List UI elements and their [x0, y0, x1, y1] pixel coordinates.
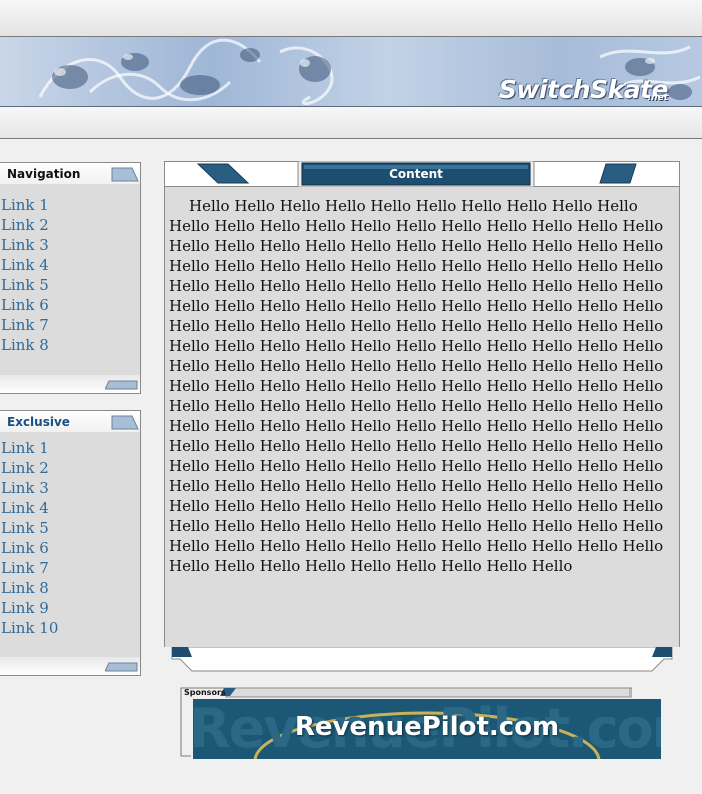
content-panel-footer	[164, 646, 680, 675]
content-panel-header: Content	[164, 161, 680, 187]
sub-bar	[0, 107, 702, 139]
navigation-link-list: Link 1 Link 2 Link 3 Link 4 Link 5 Link 6 Link…	[0, 184, 140, 355]
panel-foot-icon	[105, 662, 138, 672]
exclusive-link-list: Link 1 Link 2 Link 3 Link 4 Link 5 Link 6 Link…	[0, 432, 140, 638]
navigation-panel-title: Navigation	[7, 167, 81, 181]
exclusive-link-3[interactable]: Link 3	[0, 478, 140, 498]
exclusive-link-7[interactable]: Link 7	[0, 558, 140, 578]
panel-tab-icon	[111, 415, 139, 430]
sponsors-label: Sponsors	[184, 688, 226, 697]
exclusive-panel: Link 1 Link 2 Link 3 Link 4 Link 5 Link 6 Link…	[0, 432, 141, 657]
panel-foot-icon	[105, 380, 138, 390]
exclusive-panel-footer	[0, 657, 141, 676]
navigation-link-3[interactable]: Link 3	[0, 235, 140, 255]
exclusive-panel-header: Exclusive	[0, 410, 141, 432]
content-panel-title: Content	[389, 167, 443, 181]
site-banner: SwitchSkate .net	[0, 37, 702, 107]
navigation-panel-header: Navigation	[0, 162, 141, 184]
exclusive-link-2[interactable]: Link 2	[0, 458, 140, 478]
exclusive-link-4[interactable]: Link 4	[0, 498, 140, 518]
exclusive-link-5[interactable]: Link 5	[0, 518, 140, 538]
navigation-link-8[interactable]: Link 8	[0, 335, 140, 355]
content-panel: Content Hello Hello Hello Hello Hello He…	[164, 161, 680, 675]
navigation-link-4[interactable]: Link 4	[0, 255, 140, 275]
content-text: Hello Hello Hello Hello Hello Hello Hell…	[169, 197, 664, 575]
exclusive-link-1[interactable]: Link 1	[0, 438, 140, 458]
content-footer-frame	[171, 646, 673, 672]
exclusive-link-10[interactable]: Link 10	[0, 618, 140, 638]
exclusive-link-8[interactable]: Link 8	[0, 578, 140, 598]
navigation-panel: Link 1 Link 2 Link 3 Link 4 Link 5 Link 6 Link…	[0, 184, 141, 375]
brand-logo: SwitchSkate	[498, 75, 669, 104]
exclusive-panel-title: Exclusive	[7, 415, 70, 429]
navigation-panel-footer	[0, 375, 141, 394]
content-body: Hello Hello Hello Hello Hello Hello Hell…	[164, 187, 680, 647]
ad-text: RevenuePilot.com	[294, 712, 560, 742]
navigation-link-6[interactable]: Link 6	[0, 295, 140, 315]
navigation-link-1[interactable]: Link 1	[0, 195, 140, 215]
navigation-link-2[interactable]: Link 2	[0, 215, 140, 235]
sponsor-banner-ad[interactable]: RevenuePilot.com RevenuePilot.com	[193, 699, 661, 759]
navigation-link-5[interactable]: Link 5	[0, 275, 140, 295]
top-bar	[0, 0, 702, 37]
navigation-link-7[interactable]: Link 7	[0, 315, 140, 335]
brand-logo-tld: .net	[647, 93, 668, 103]
sponsors-box: Sponsors RevenuePilot.com RevenuePilot.c…	[180, 686, 661, 759]
exclusive-link-6[interactable]: Link 6	[0, 538, 140, 558]
exclusive-link-9[interactable]: Link 9	[0, 598, 140, 618]
panel-tab-icon	[111, 167, 139, 182]
